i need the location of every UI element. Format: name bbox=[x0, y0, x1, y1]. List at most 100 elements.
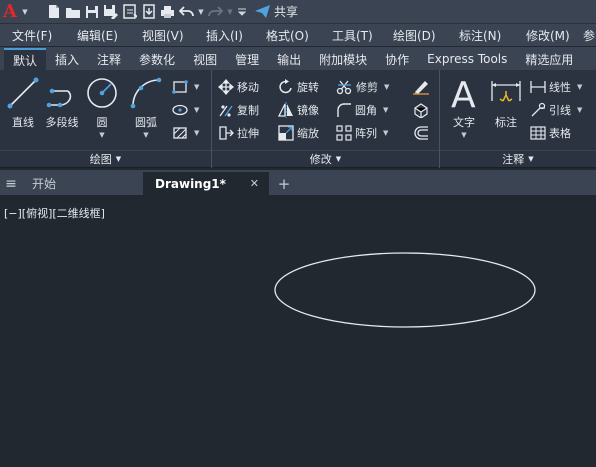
rectangle-button[interactable]: ▼ bbox=[172, 77, 199, 97]
app-menu-dropdown-icon[interactable]: ▼ bbox=[20, 0, 30, 23]
scale-label: 缩放 bbox=[297, 127, 319, 140]
tab-express-tools[interactable]: Express Tools bbox=[418, 48, 516, 70]
menu-dimension[interactable]: 标注(N) bbox=[447, 27, 514, 44]
tab-featured-apps[interactable]: 精选应用 bbox=[516, 48, 573, 70]
fillet-button[interactable]: 圆角 ▼ bbox=[336, 100, 388, 120]
menu-edit[interactable]: 编辑(E) bbox=[65, 27, 130, 44]
draw-panel-title-label: 绘图 bbox=[89, 152, 112, 166]
move-label: 移动 bbox=[237, 81, 259, 94]
save-as-icon[interactable] bbox=[101, 0, 120, 23]
tab-annotate[interactable]: 注释 bbox=[88, 48, 130, 70]
tab-insert[interactable]: 插入 bbox=[46, 48, 88, 70]
polyline-icon bbox=[46, 88, 72, 108]
arc-label: 圆弧 bbox=[135, 116, 157, 129]
new-file-icon[interactable] bbox=[44, 0, 63, 23]
circle-label: 圆 bbox=[96, 116, 108, 129]
draw-panel-title[interactable]: 绘图 ▼ bbox=[0, 150, 211, 166]
rotate-label: 旋转 bbox=[297, 81, 319, 94]
ellipse-button[interactable]: ▼ bbox=[172, 100, 199, 120]
annotation-panel-title[interactable]: 注释 ▼ bbox=[440, 150, 596, 166]
scale-button[interactable]: 缩放 bbox=[278, 123, 319, 143]
save-to-web-icon[interactable] bbox=[139, 0, 158, 23]
rotate-button[interactable]: 旋转 bbox=[278, 77, 319, 97]
trim-dropdown-icon[interactable]: ▼ bbox=[384, 83, 389, 91]
viewport-controls[interactable]: [−][俯视][二维线框] bbox=[4, 205, 105, 221]
save-icon[interactable] bbox=[82, 0, 101, 23]
line-button[interactable]: 直线 bbox=[6, 76, 40, 130]
customize-toolbar-icon[interactable] bbox=[235, 0, 249, 23]
linear-button[interactable]: 线性 ▼ bbox=[530, 77, 582, 97]
ribbon-tab-bar: 默认 插入 注释 参数化 视图 管理 输出 附加模块 协作 Express To… bbox=[0, 47, 596, 70]
trim-button[interactable]: 修剪 ▼ bbox=[336, 77, 389, 97]
tab-collaborate[interactable]: 协作 bbox=[376, 48, 418, 70]
move-icon bbox=[218, 79, 234, 95]
stretch-button[interactable]: 拉伸 bbox=[218, 123, 259, 143]
menu-file[interactable]: 文件(F) bbox=[0, 27, 65, 44]
fillet-dropdown-icon[interactable]: ▼ bbox=[383, 106, 388, 114]
menu-view[interactable]: 视图(V) bbox=[130, 27, 194, 44]
arc-button[interactable]: 圆弧 ▼ bbox=[129, 76, 163, 139]
polyline-button[interactable]: 多段线 bbox=[42, 76, 82, 130]
tab-manage[interactable]: 管理 bbox=[226, 48, 268, 70]
array-button[interactable]: 阵列 ▼ bbox=[336, 123, 388, 143]
menu-format[interactable]: 格式(O) bbox=[254, 27, 320, 44]
menu-tools[interactable]: 工具(T) bbox=[320, 27, 381, 44]
circle-dropdown-icon[interactable]: ▼ bbox=[99, 131, 104, 139]
plot-icon[interactable] bbox=[158, 0, 177, 23]
drawing-canvas[interactable]: [−][俯视][二维线框] bbox=[0, 195, 596, 467]
ribbon: 直线 多段线 圆 ▼ 圆弧 ▼ ▼ ▼ ▼ 绘图 ▼ 移动 旋转 修剪 ▼ 复制… bbox=[0, 70, 596, 168]
array-dropdown-icon[interactable]: ▼ bbox=[383, 129, 388, 137]
modify-panel-title[interactable]: 修改 ▼ bbox=[212, 150, 439, 166]
mirror-button[interactable]: 镜像 bbox=[278, 100, 319, 120]
menu-draw[interactable]: 绘图(D) bbox=[381, 27, 447, 44]
menu-insert[interactable]: 插入(I) bbox=[194, 27, 254, 44]
trim-label: 修剪 bbox=[356, 81, 378, 94]
close-tab-icon[interactable]: ✕ bbox=[250, 177, 259, 190]
undo-dropdown-icon[interactable]: ▼ bbox=[196, 0, 206, 23]
ellipse-dropdown-icon[interactable]: ▼ bbox=[194, 106, 199, 114]
arc-dropdown-icon[interactable]: ▼ bbox=[143, 131, 148, 139]
linear-dropdown-icon[interactable]: ▼ bbox=[577, 83, 582, 91]
quick-access-toolbar: A ▼ ▼ ▼ 共享 bbox=[0, 0, 596, 23]
hatch-dropdown-icon[interactable]: ▼ bbox=[194, 129, 199, 137]
redo-dropdown-icon[interactable]: ▼ bbox=[225, 0, 235, 23]
new-tab-button[interactable]: + bbox=[269, 172, 299, 195]
copy-label: 复制 bbox=[237, 104, 259, 117]
text-dropdown-icon[interactable]: ▼ bbox=[461, 131, 466, 139]
open-from-web-icon[interactable] bbox=[120, 0, 139, 23]
menu-modify[interactable]: 修改(M) bbox=[514, 27, 581, 44]
table-button[interactable]: 表格 bbox=[530, 123, 571, 143]
mirror-label: 镜像 bbox=[297, 104, 319, 117]
tab-menu-icon[interactable]: ≡ bbox=[0, 172, 22, 195]
tab-addins[interactable]: 附加模块 bbox=[310, 48, 376, 70]
menu-parametric[interactable]: 参 bbox=[581, 27, 596, 44]
leader-button[interactable]: 引线 ▼ bbox=[530, 100, 582, 120]
leader-label: 引线 bbox=[549, 104, 571, 117]
text-button[interactable]: A 文字 ▼ bbox=[448, 76, 480, 139]
move-button[interactable]: 移动 bbox=[218, 77, 259, 97]
circle-button[interactable]: 圆 ▼ bbox=[86, 76, 118, 139]
dimension-button[interactable]: 标注 bbox=[488, 76, 524, 130]
hatch-icon bbox=[173, 127, 187, 139]
leader-dropdown-icon[interactable]: ▼ bbox=[577, 106, 582, 114]
tab-drawing1[interactable]: Drawing1* ✕ bbox=[143, 172, 269, 195]
undo-icon[interactable] bbox=[177, 0, 196, 23]
tab-default[interactable]: 默认 bbox=[4, 48, 47, 70]
redo-icon[interactable] bbox=[206, 0, 225, 23]
copy-button[interactable]: 复制 bbox=[218, 100, 259, 120]
array-icon bbox=[336, 125, 352, 141]
rectangle-dropdown-icon[interactable]: ▼ bbox=[194, 83, 199, 91]
share-button[interactable]: 共享 bbox=[255, 3, 298, 20]
erase-button[interactable] bbox=[412, 77, 430, 97]
tab-parametric[interactable]: 参数化 bbox=[130, 48, 184, 70]
annotation-panel-expand-icon: ▼ bbox=[528, 154, 534, 163]
offset-icon bbox=[414, 126, 428, 140]
open-file-icon[interactable] bbox=[63, 0, 82, 23]
tab-start[interactable]: 开始 bbox=[22, 172, 143, 195]
tab-view[interactable]: 视图 bbox=[184, 48, 226, 70]
explode-button[interactable] bbox=[412, 100, 430, 120]
tab-output[interactable]: 输出 bbox=[268, 48, 310, 70]
offset-button[interactable] bbox=[412, 123, 430, 143]
hatch-button[interactable]: ▼ bbox=[172, 123, 199, 143]
app-logo-icon[interactable]: A bbox=[0, 0, 20, 23]
